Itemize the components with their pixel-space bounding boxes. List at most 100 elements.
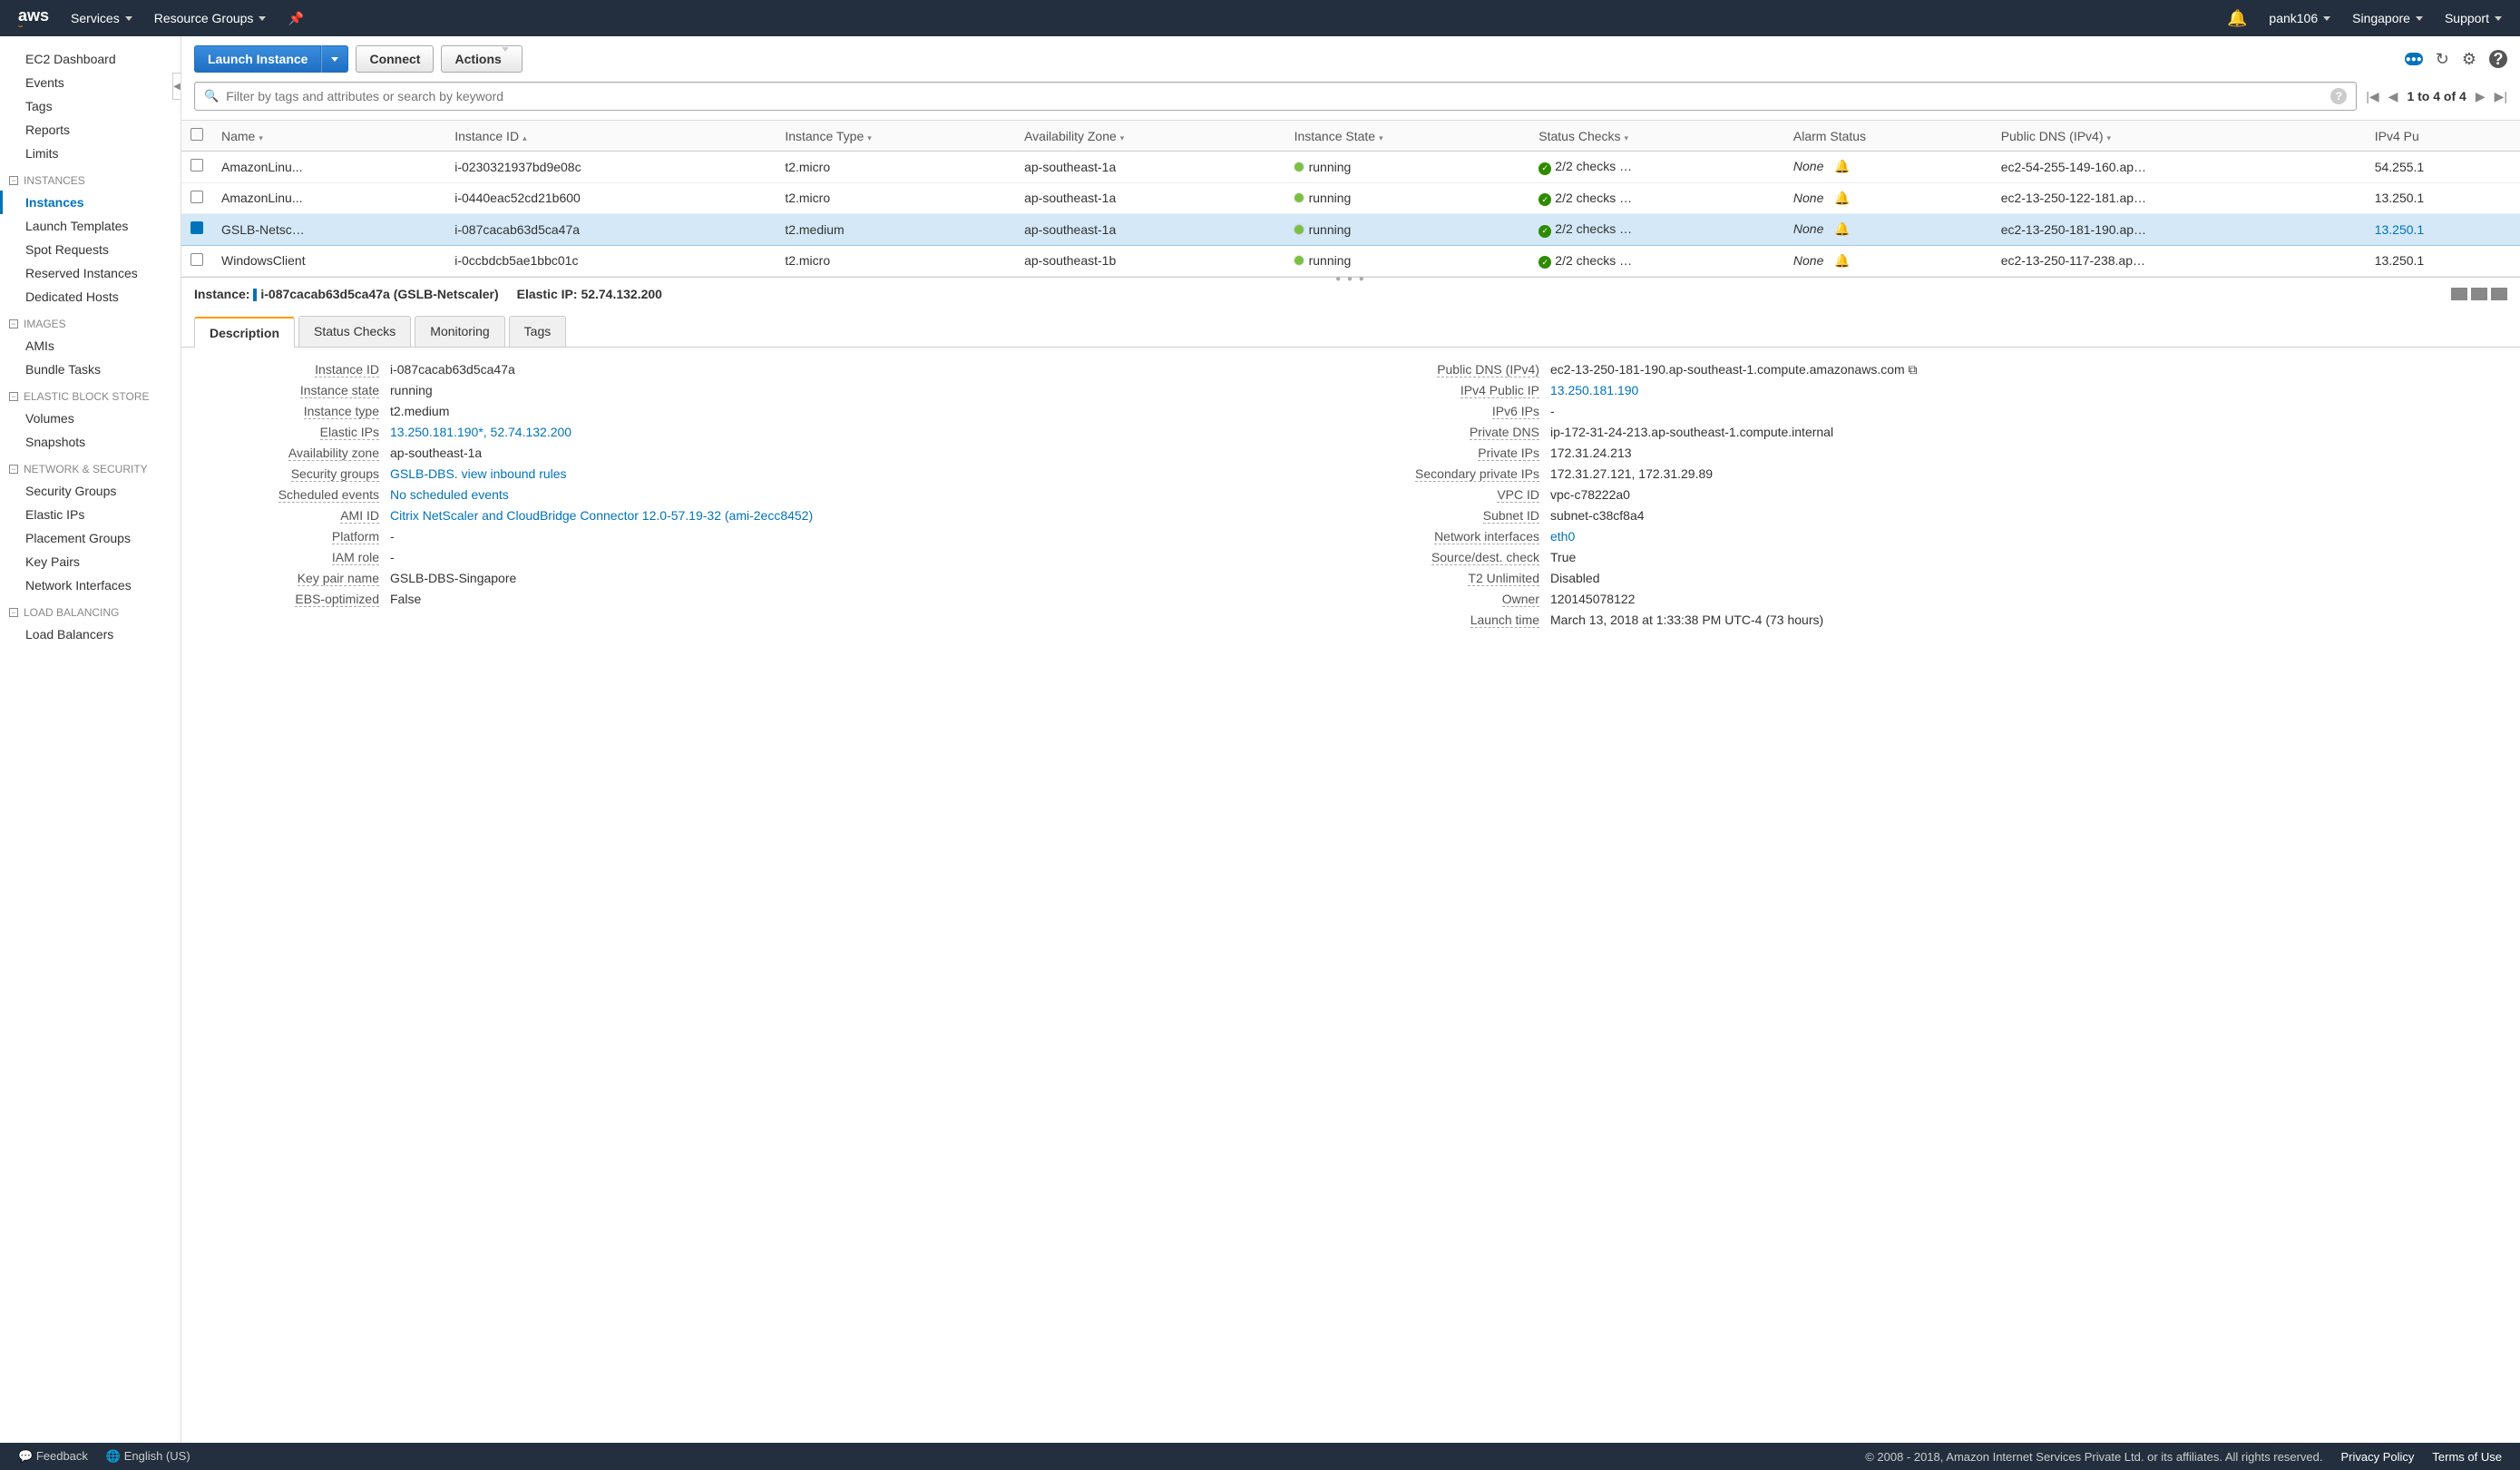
sidebar-item-placement-groups[interactable]: Placement Groups (0, 526, 181, 550)
tab-tags[interactable]: Tags (509, 316, 567, 347)
sidebar-item-bundle-tasks[interactable]: Bundle Tasks (0, 358, 181, 381)
sidebar-item-ec2-dashboard[interactable]: EC2 Dashboard (0, 47, 181, 71)
launch-instance-split: Launch Instance (194, 45, 348, 73)
sidebar-item-limits[interactable]: Limits (0, 142, 181, 165)
detail-value[interactable]: 13.250.181.190 (1550, 383, 2493, 398)
detail-value[interactable]: 13.250.181.190*, 52.74.132.200 (390, 425, 1333, 440)
col-state[interactable]: Instance State▾ (1285, 121, 1530, 152)
detail-value[interactable]: eth0 (1550, 529, 2493, 544)
tab-monitoring[interactable]: Monitoring (415, 316, 504, 347)
detail-value[interactable]: GSLB-DBS. view inbound rules (390, 466, 1333, 482)
content-area: Launch Instance Connect Actions ●●● ↻ ⚙ … (181, 36, 2520, 1443)
detail-value[interactable]: Citrix NetScaler and CloudBridge Connect… (390, 508, 1333, 524)
resize-handle-icon[interactable]: ● ● ● (1335, 274, 1366, 284)
status-dot-icon (1294, 256, 1304, 265)
aws-logo[interactable]: aws ⌣ (18, 6, 49, 31)
sidebar-item-load-balancers[interactable]: Load Balancers (0, 622, 181, 646)
col-public-dns[interactable]: Public DNS (IPv4)▾ (1992, 121, 2366, 152)
sidebar-item-reserved-instances[interactable]: Reserved Instances (0, 261, 181, 285)
user-menu[interactable]: pank106 (2269, 11, 2330, 25)
detail-value[interactable]: No scheduled events (390, 487, 1333, 503)
sidebar-item-elastic-ips[interactable]: Elastic IPs (0, 503, 181, 526)
table-row[interactable]: AmazonLinu... i-0230321937bd9e08c t2.mic… (181, 152, 2520, 183)
detail-label: Scheduled events (209, 487, 390, 503)
services-menu[interactable]: Services (71, 11, 132, 25)
table-row[interactable]: AmazonLinu... i-0440eac52cd21b600 t2.mic… (181, 182, 2520, 214)
row-checkbox[interactable] (190, 253, 203, 266)
cell-instance-type: t2.medium (776, 214, 1015, 246)
row-checkbox[interactable] (190, 159, 203, 172)
sidebar-item-dedicated-hosts[interactable]: Dedicated Hosts (0, 285, 181, 309)
sidebar-item-tags[interactable]: Tags (0, 94, 181, 118)
feedback-link[interactable]: 💬 Feedback (18, 1449, 88, 1464)
cell-alarm: None 🔔 (1784, 214, 1992, 246)
search-help-icon[interactable]: ? (2330, 88, 2347, 104)
select-all-checkbox[interactable] (190, 128, 203, 141)
col-alarm-status[interactable]: Alarm Status (1784, 121, 1992, 152)
col-az[interactable]: Availability Zone▾ (1015, 121, 1285, 152)
actions-button[interactable]: Actions (441, 45, 522, 73)
sidebar-item-spot-requests[interactable]: Spot Requests (0, 238, 181, 261)
col-instance-id[interactable]: Instance ID▴ (445, 121, 776, 152)
sidebar-collapse-icon[interactable]: ◀ (172, 73, 181, 100)
col-ipv4[interactable]: IPv4 Pu (2366, 121, 2520, 152)
gear-icon[interactable]: ⚙ (2462, 50, 2476, 69)
col-name[interactable]: Name▾ (212, 121, 445, 152)
sidebar-item-launch-templates[interactable]: Launch Templates (0, 214, 181, 238)
table-row[interactable]: GSLB-Netsc… i-087cacab63d5ca47a t2.mediu… (181, 214, 2520, 246)
alarm-icon[interactable]: 🔔 (1834, 159, 1850, 173)
resource-groups-menu[interactable]: Resource Groups (154, 11, 267, 25)
sidebar-item-amis[interactable]: AMIs (0, 334, 181, 358)
cell-name: GSLB-Netsc… (212, 214, 445, 246)
sidebar-item-events[interactable]: Events (0, 71, 181, 94)
sidebar-heading-load-balancing: −LOAD BALANCING (0, 597, 181, 622)
sidebar-item-reports[interactable]: Reports (0, 118, 181, 142)
search-box[interactable]: 🔍 ? (194, 82, 2357, 111)
sidebar-item-snapshots[interactable]: Snapshots (0, 430, 181, 454)
detail-label: IPv4 Public IP (1369, 383, 1550, 398)
feedback-bubble-icon[interactable]: ●●● (2405, 53, 2423, 65)
bell-icon[interactable]: 🔔 (2227, 9, 2247, 28)
sidebar-item-security-groups[interactable]: Security Groups (0, 479, 181, 503)
layout-option-1-icon[interactable] (2451, 288, 2467, 300)
sidebar-item-key-pairs[interactable]: Key Pairs (0, 550, 181, 573)
cell-state: running (1285, 182, 1530, 214)
sidebar-item-network-interfaces[interactable]: Network Interfaces (0, 573, 181, 597)
detail-label: Elastic IPs (209, 425, 390, 440)
detail-value: Disabled (1550, 571, 2493, 586)
pager-first-icon[interactable]: |◀ (2366, 89, 2378, 104)
detail-label: Platform (209, 529, 390, 544)
pin-icon[interactable]: 📌 (288, 11, 303, 26)
row-checkbox[interactable] (190, 221, 203, 234)
row-checkbox[interactable] (190, 191, 203, 203)
col-status-checks[interactable]: Status Checks▾ (1529, 121, 1784, 152)
connect-button[interactable]: Connect (356, 45, 434, 73)
support-menu[interactable]: Support (2445, 11, 2502, 25)
tab-description[interactable]: Description (194, 317, 295, 348)
terms-link[interactable]: Terms of Use (2432, 1450, 2502, 1464)
refresh-icon[interactable]: ↻ (2436, 50, 2449, 69)
search-input[interactable] (226, 89, 2323, 103)
sidebar-item-volumes[interactable]: Volumes (0, 407, 181, 430)
sidebar-item-instances[interactable]: Instances (0, 191, 181, 214)
alarm-icon[interactable]: 🔔 (1834, 221, 1850, 236)
region-menu[interactable]: Singapore (2352, 11, 2423, 25)
tab-status-checks[interactable]: Status Checks (298, 316, 411, 347)
pager-prev-icon[interactable]: ◀ (2388, 89, 2398, 104)
detail-row: Instance typet2.medium (209, 404, 1333, 419)
launch-instance-button[interactable]: Launch Instance (194, 45, 321, 73)
pager: |◀ ◀ 1 to 4 of 4 ▶ ▶| (2366, 89, 2507, 104)
help-icon[interactable]: ? (2489, 50, 2507, 68)
layout-option-3-icon[interactable] (2491, 288, 2507, 300)
alarm-icon[interactable]: 🔔 (1834, 191, 1850, 205)
privacy-link[interactable]: Privacy Policy (2341, 1450, 2415, 1464)
alarm-icon[interactable]: 🔔 (1834, 253, 1850, 268)
pager-next-icon[interactable]: ▶ (2476, 89, 2486, 104)
language-selector[interactable]: 🌐 English (US) (106, 1449, 190, 1464)
table-row[interactable]: WindowsClient i-0ccbdcb5ae1bbc01c t2.mic… (181, 245, 2520, 277)
pager-last-icon[interactable]: ▶| (2495, 89, 2507, 104)
top-nav: aws ⌣ Services Resource Groups 📌 🔔 pank1… (0, 0, 2520, 36)
layout-option-2-icon[interactable] (2471, 288, 2487, 300)
col-instance-type[interactable]: Instance Type▾ (776, 121, 1015, 152)
launch-instance-dropdown[interactable] (321, 45, 348, 73)
